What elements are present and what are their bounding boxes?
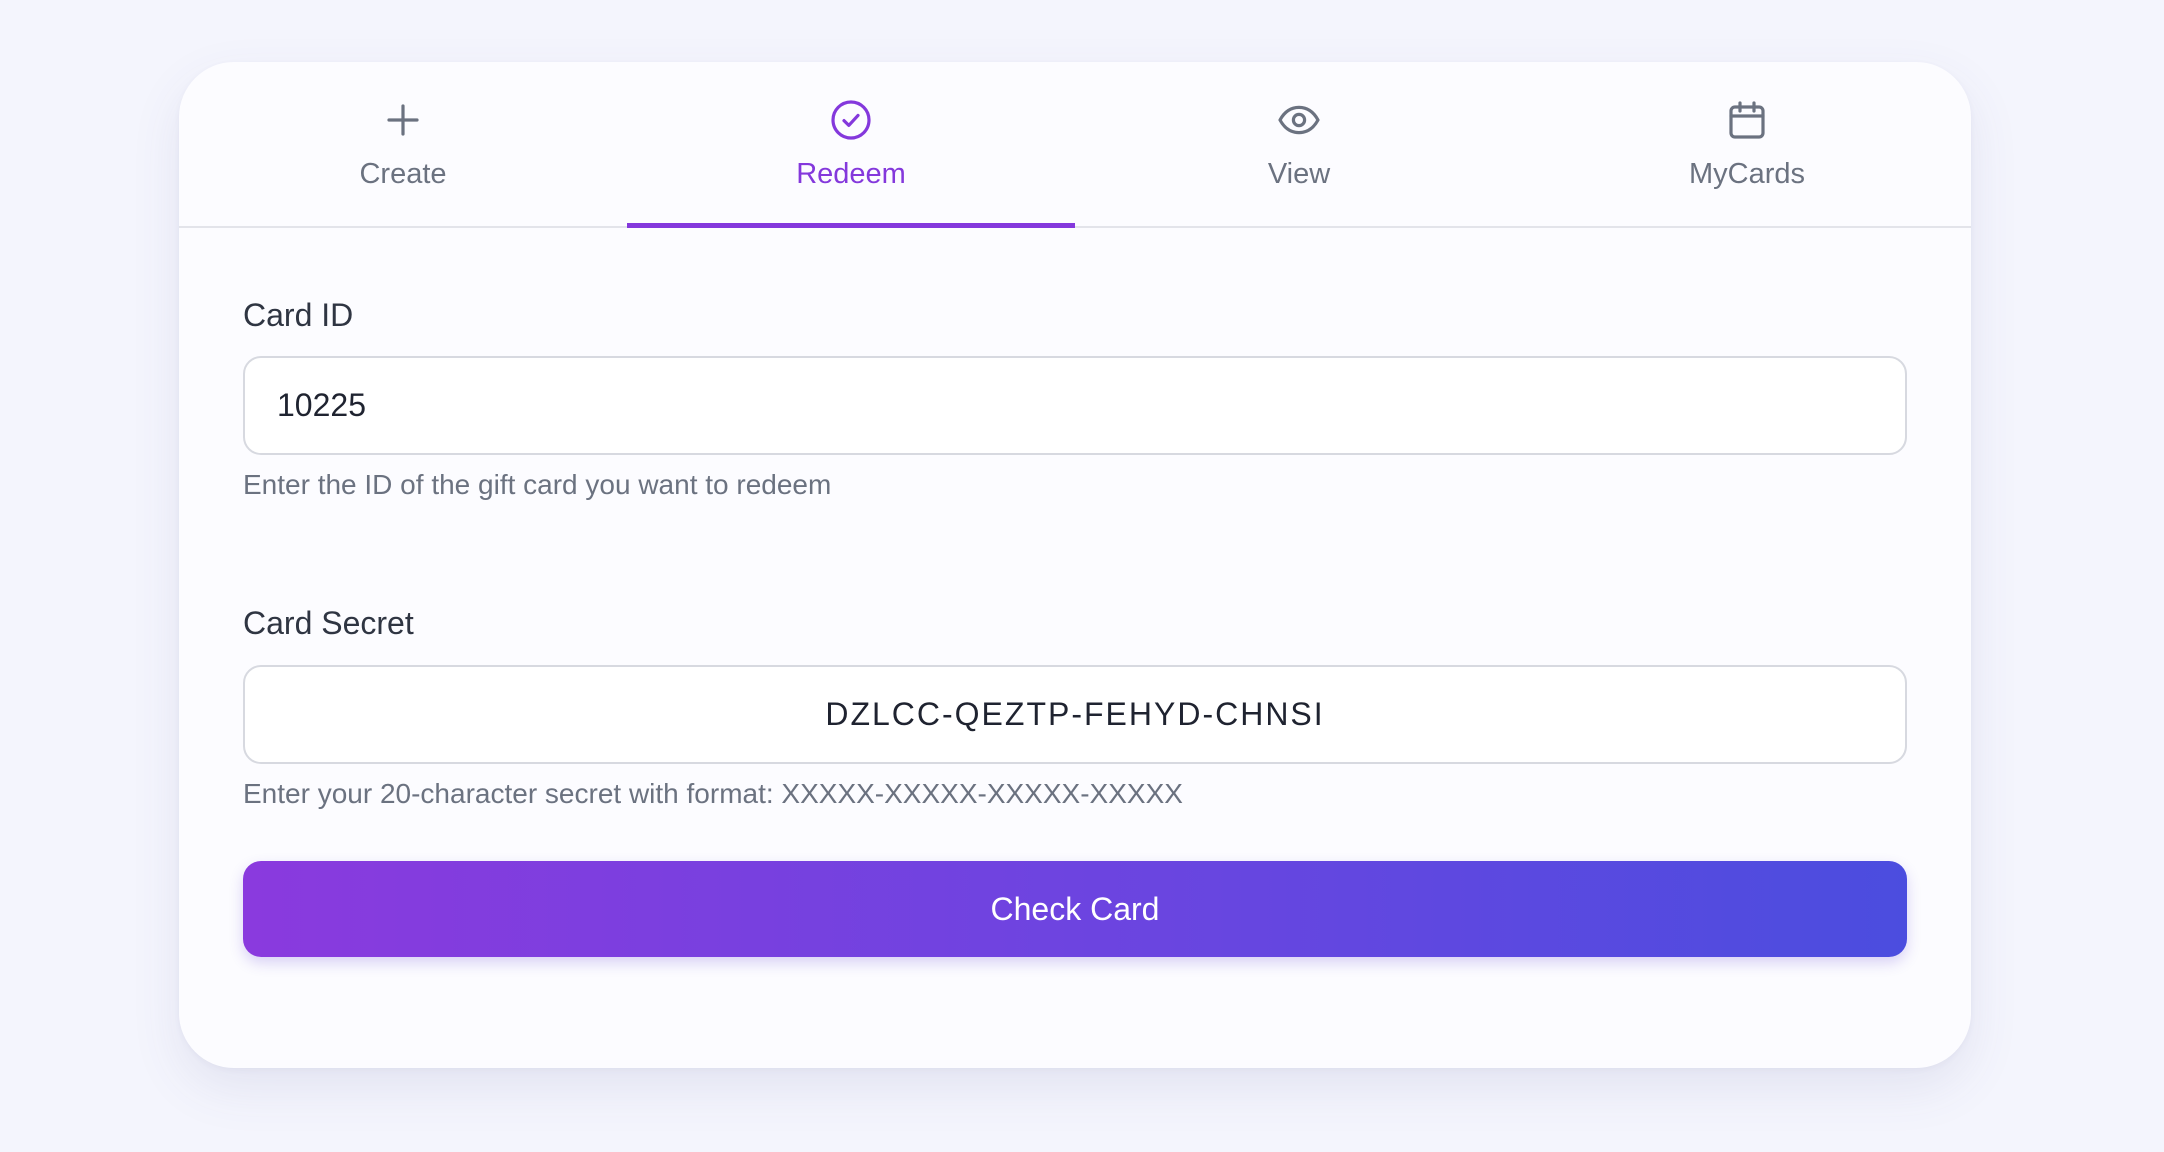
redeem-card-panel: Create Redeem View MyCards Card ID 10225… bbox=[179, 62, 1971, 1068]
eye-icon bbox=[1275, 96, 1323, 144]
card-secret-label: Card Secret bbox=[243, 605, 414, 641]
tab-view-label: View bbox=[1267, 158, 1331, 190]
card-id-input[interactable] bbox=[243, 356, 1907, 455]
card-secret-helper-text: Enter your 20-character secret with form… bbox=[243, 778, 1183, 809]
tab-bar: Create Redeem View MyCards bbox=[179, 62, 1971, 228]
tab-mycards-label: MyCards bbox=[1688, 158, 1805, 190]
tab-mycards[interactable]: MyCards bbox=[1523, 62, 1971, 226]
tab-view[interactable]: View bbox=[1075, 62, 1523, 226]
calendar-icon bbox=[1723, 96, 1771, 144]
check-card-button[interactable]: Check Card bbox=[243, 861, 1907, 957]
card-id-label: Card ID bbox=[243, 297, 354, 333]
tab-create[interactable]: Create bbox=[179, 62, 627, 226]
plus-icon bbox=[379, 96, 427, 144]
tab-redeem[interactable]: Redeem bbox=[627, 62, 1075, 228]
card-id-helper-text: Enter the ID of the gift card you want t… bbox=[243, 469, 832, 500]
card-secret-input[interactable] bbox=[243, 665, 1907, 764]
tab-create-label: Create bbox=[359, 158, 447, 190]
check-circle-icon bbox=[827, 96, 875, 144]
tab-redeem-label: Redeem bbox=[796, 158, 906, 190]
